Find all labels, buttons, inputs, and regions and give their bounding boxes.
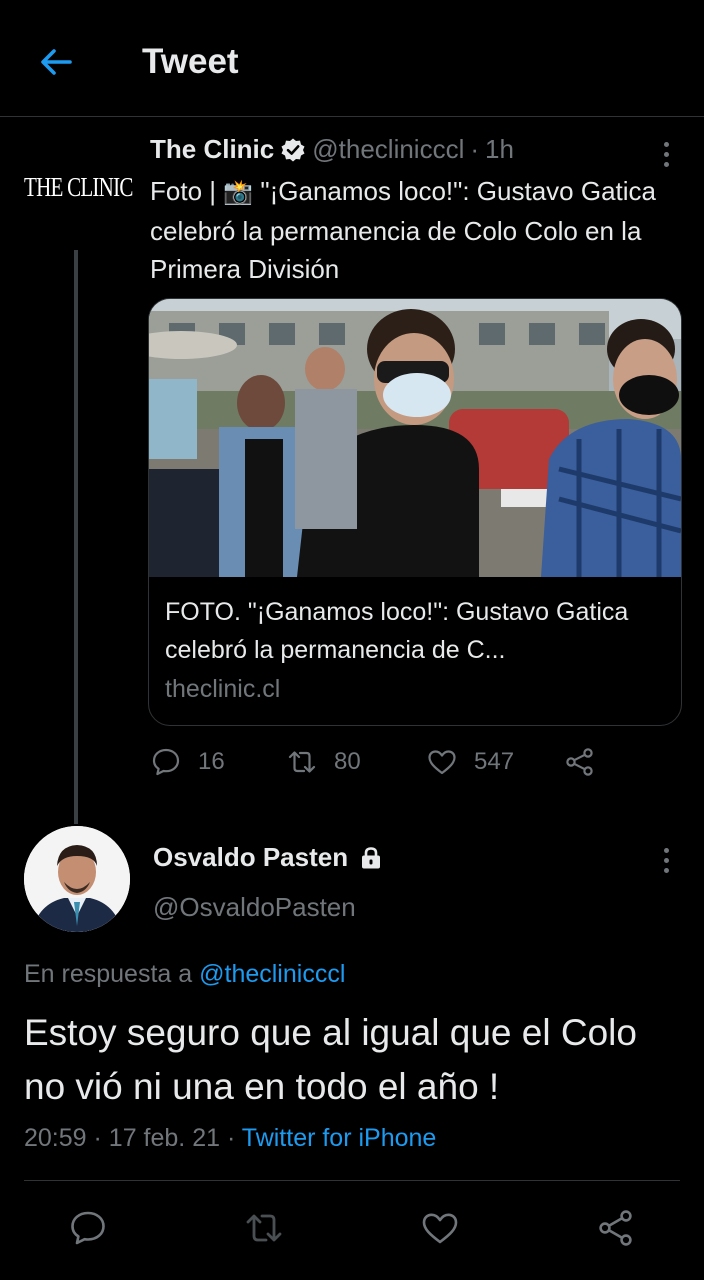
tweet-text: Foto | 📸 "¡Ganamos loco!": Gustavo Gatic…	[150, 172, 670, 288]
tweet-metadata: 20:59 · 17 feb. 21 · Twitter for iPhone	[24, 1124, 436, 1153]
reply-icon	[152, 748, 180, 776]
account-logo[interactable]: THE CLINIC	[24, 172, 133, 203]
replying-label: En respuesta a	[24, 960, 193, 988]
more-options-icon[interactable]	[656, 142, 676, 170]
link-card[interactable]: FOTO. "¡Ganamos loco!": Gustavo Gatica c…	[148, 298, 682, 726]
tweet-actions: 16 80 547	[150, 746, 610, 786]
like-count: 547	[474, 748, 515, 775]
thread-connector	[74, 250, 78, 824]
tweet-time[interactable]: 1h	[485, 134, 514, 165]
reply-icon[interactable]	[68, 1208, 108, 1248]
like-button[interactable]: 547	[426, 746, 514, 778]
heart-icon	[428, 750, 456, 775]
separator: ·	[470, 134, 480, 164]
author-handle[interactable]: @OsvaldoPasten	[153, 892, 356, 923]
tweet-source-link[interactable]: Twitter for iPhone	[242, 1124, 437, 1152]
share-icon[interactable]	[596, 1208, 636, 1248]
author-name[interactable]: The Clinic	[150, 134, 274, 165]
avatar[interactable]	[24, 826, 130, 932]
author-name[interactable]: Osvaldo Pasten	[153, 842, 348, 873]
separator: ·	[226, 1124, 236, 1152]
divider	[24, 1180, 680, 1181]
retweet-button[interactable]: 80	[286, 746, 361, 778]
author-name-row: Osvaldo Pasten	[153, 842, 384, 873]
reply-count: 16	[198, 748, 225, 775]
author-handle[interactable]: @theclinicccl	[312, 134, 464, 165]
more-options-icon[interactable]	[656, 848, 676, 876]
retweet-icon[interactable]	[244, 1208, 284, 1248]
replying-to: En respuesta a @theclinicccl	[24, 960, 345, 989]
camera-flash-emoji: 📸	[223, 179, 254, 206]
top-bar: Tweet	[0, 0, 704, 117]
tweet-date[interactable]: 17 feb. 21	[109, 1124, 220, 1152]
share-button[interactable]	[564, 746, 596, 778]
heart-icon[interactable]	[420, 1208, 460, 1248]
card-domain: theclinic.cl	[165, 675, 281, 703]
reply-button[interactable]: 16	[150, 746, 225, 778]
arrow-left-icon[interactable]	[34, 40, 78, 84]
tweet-time[interactable]: 20:59	[24, 1124, 87, 1152]
focused-tweet-actions	[0, 1208, 704, 1252]
retweet-count: 80	[334, 748, 361, 775]
card-meta: FOTO. "¡Ganamos loco!": Gustavo Gatica c…	[165, 593, 665, 709]
verified-badge-icon	[281, 138, 305, 161]
page-title: Tweet	[142, 42, 239, 81]
tweet-text: Estoy seguro que al igual que el Colo no…	[24, 1012, 637, 1107]
separator: ·	[93, 1124, 102, 1152]
card-image	[149, 299, 681, 577]
retweet-icon	[288, 751, 316, 773]
replying-to-handle-link[interactable]: @theclinicccl	[199, 960, 345, 988]
lock-icon	[362, 846, 381, 868]
tweet-text-prefix: Foto |	[150, 176, 217, 206]
share-icon	[566, 748, 593, 776]
card-title: FOTO. "¡Ganamos loco!": Gustavo Gatica c…	[165, 598, 629, 664]
tweet-header: The Clinic @theclinicccl · 1h	[150, 134, 514, 165]
